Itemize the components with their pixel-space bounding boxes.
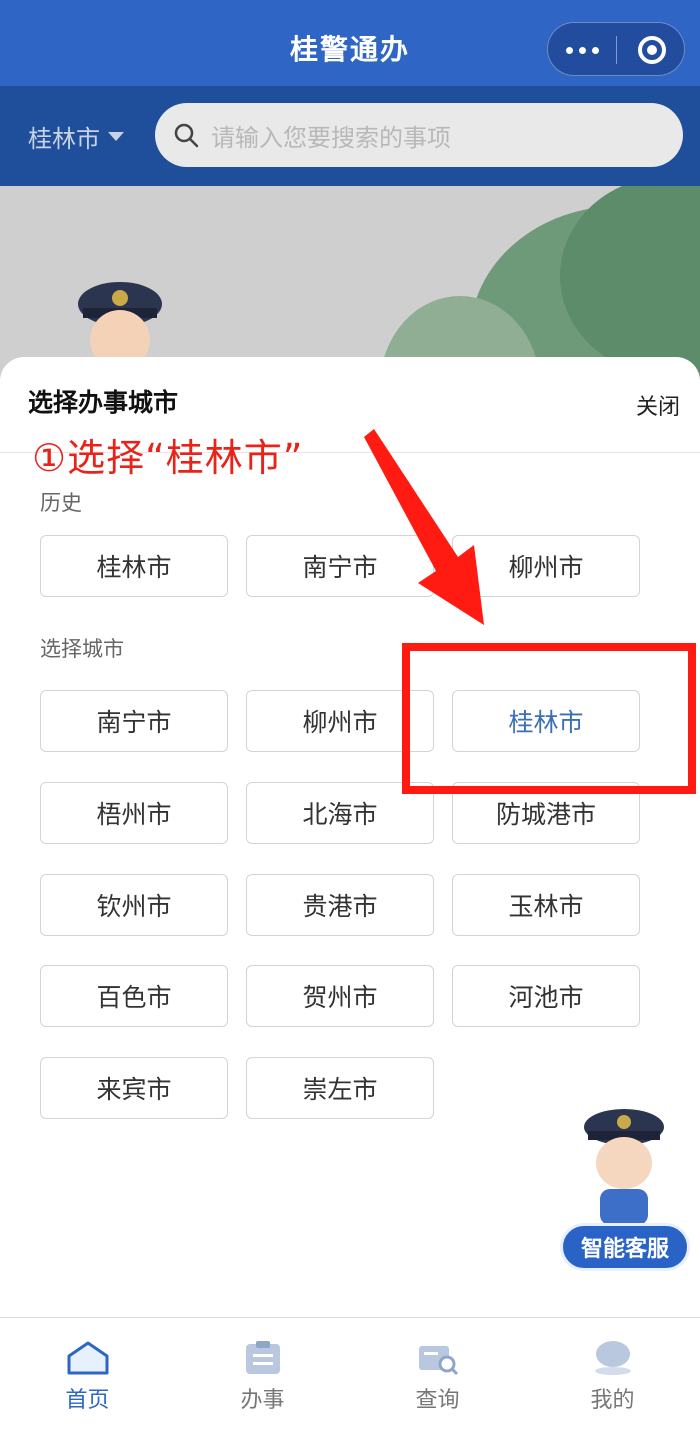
search-icon xyxy=(174,123,199,148)
tab-query[interactable]: 查询 xyxy=(350,1318,525,1429)
police-mascot-icon xyxy=(584,1109,664,1225)
assistant-label: 智能客服 xyxy=(560,1223,690,1271)
close-program-button[interactable] xyxy=(617,23,686,77)
city-button[interactable]: 贺州市 xyxy=(246,965,434,1027)
tab-tasks[interactable]: 办事 xyxy=(175,1318,350,1429)
tab-label: 办事 xyxy=(240,1388,285,1413)
smart-assistant-button[interactable]: 智能客服 xyxy=(560,1105,692,1275)
city-button[interactable]: 玉林市 xyxy=(452,874,640,936)
tab-label: 我的 xyxy=(590,1388,635,1413)
tab-mine[interactable]: 我的 xyxy=(525,1318,700,1429)
search-card-icon xyxy=(419,1346,459,1376)
target-icon xyxy=(638,36,666,64)
city-selector[interactable]: 桂林市 xyxy=(28,119,124,154)
top-navigation-bar: 桂警通办 xyxy=(0,0,700,86)
city-button[interactable]: 贵港市 xyxy=(246,874,434,936)
search-placeholder: 请输入您要搜索的事项 xyxy=(211,123,451,152)
sheet-title: 选择办事城市 xyxy=(28,388,179,417)
close-button[interactable]: 关闭 xyxy=(636,389,680,421)
city-selector-label: 桂林市 xyxy=(28,125,100,153)
tab-label: 查询 xyxy=(415,1388,460,1413)
more-options-button[interactable] xyxy=(548,23,616,77)
city-button[interactable]: 百色市 xyxy=(40,965,228,1027)
annotation-arrow-icon xyxy=(364,429,484,625)
user-icon xyxy=(595,1341,631,1375)
annotation-highlight-box xyxy=(402,643,696,794)
city-button[interactable]: 崇左市 xyxy=(246,1057,434,1119)
history-section-label: 历史 xyxy=(40,491,82,515)
mini-program-capsule xyxy=(547,22,685,76)
bottom-tab-bar: 首页 办事 查询 我的 xyxy=(0,1317,700,1429)
city-button[interactable]: 钦州市 xyxy=(40,874,228,936)
city-button[interactable]: 河池市 xyxy=(452,965,640,1027)
search-strip: 桂林市 请输入您要搜索的事项 xyxy=(0,86,700,186)
select-city-section-label: 选择城市 xyxy=(40,637,124,661)
city-button[interactable]: 南宁市 xyxy=(40,690,228,752)
search-input[interactable]: 请输入您要搜索的事项 xyxy=(155,103,683,167)
home-icon xyxy=(67,1341,109,1375)
history-city-button[interactable]: 桂林市 xyxy=(40,535,228,597)
tab-label: 首页 xyxy=(65,1388,110,1413)
tab-home[interactable]: 首页 xyxy=(0,1318,175,1429)
annotation-instruction: ①选择“桂林市” xyxy=(32,436,304,480)
city-button[interactable]: 来宾市 xyxy=(40,1057,228,1119)
caret-down-icon xyxy=(108,132,124,141)
city-button[interactable]: 梧州市 xyxy=(40,782,228,844)
clipboard-icon xyxy=(246,1341,280,1374)
